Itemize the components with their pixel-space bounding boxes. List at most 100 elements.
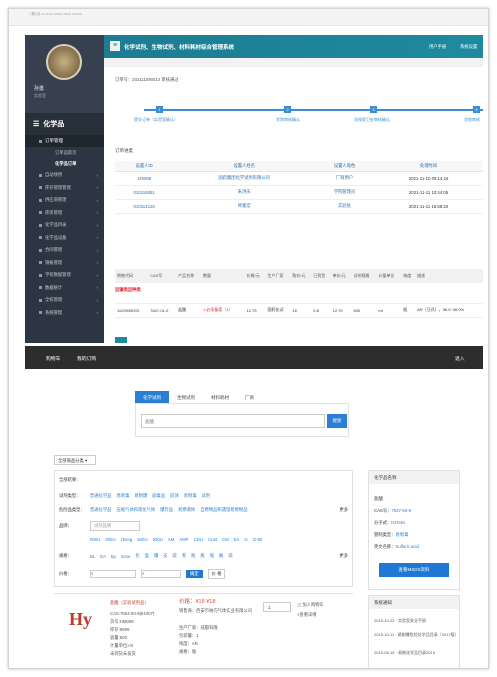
sidebar-group-orders[interactable]: 订单管理 (25, 135, 104, 147)
square-icon (39, 211, 42, 215)
col-header: 已到货 (311, 269, 331, 283)
system-notice-panel: 系统通知 2019-10-22 · 实验室安全手册 2019-10-11 · 易… (368, 595, 460, 668)
sidebar-sub-chem-orders[interactable]: 化学品订单 (25, 158, 104, 169)
search-input[interactable]: 盐酸 (141, 414, 325, 428)
square-icon (39, 223, 42, 227)
user-manual-link[interactable]: 用户手册 (429, 44, 446, 50)
filter-option-spec[interactable]: none (121, 554, 131, 559)
filter-option-spec[interactable]: 瓶 (200, 553, 204, 559)
sidebar-item[interactable]: 全校管理 › (25, 294, 104, 307)
sidebar-category[interactable]: ☰ 化学品 (25, 113, 104, 135)
logout-link[interactable]: 退入 (455, 355, 465, 362)
notice-item[interactable]: 2019-05-15 · 易制化学品目录2015 (374, 650, 435, 656)
filter-option-type[interactable]: 易制毒 (116, 493, 129, 499)
chemical-info-panel: 化学品名称 盐酸 CAS号：7647-93-9 分子式：H2O46 管制类型：易… (368, 470, 460, 590)
sidebar-item-left: 库存管理管理 (39, 185, 71, 191)
cart-link[interactable]: 购物车 (46, 355, 60, 362)
filter-option-spec[interactable]: 袋 (173, 553, 177, 559)
filter-option-type[interactable]: 试剂 (202, 493, 211, 499)
sidebar-sub-tracking[interactable]: 订单追踪页 (25, 147, 104, 158)
sidebar-item[interactable]: 库房管理 › (25, 207, 104, 220)
filter-option-grade[interactable]: zheng (121, 537, 133, 542)
filter-row-type: 试剂类型： 普通化学品 易制毒 易制爆 剧毒品 前体 易制毒 试剂 (59, 493, 211, 499)
sidebar-item[interactable]: 系统管理 › (25, 307, 104, 320)
filter-option-hazard[interactable]: 爆炸品 (160, 507, 173, 513)
filter-option-grade[interactable]: CDU (194, 537, 203, 542)
filter-option-spec[interactable]: 桶 (219, 553, 223, 559)
sidebar-item[interactable]: 合同管理 › (25, 244, 104, 257)
sidebar-item[interactable]: 数据统计 › (25, 282, 104, 295)
sidebar-item[interactable]: 化学品设备 › (25, 232, 104, 245)
filter-option-grade[interactable]: 500U (137, 537, 147, 542)
filter-option-spec[interactable]: 盒 (145, 553, 149, 559)
price-max-input[interactable]: ¥ (141, 570, 181, 578)
brand-input[interactable]: 试剂品牌 (90, 521, 140, 531)
my-orders-link[interactable]: 我的订购 (77, 355, 96, 362)
sort-price-button[interactable]: 价 格 (207, 569, 226, 579)
cell: 1 必须备案（1） (200, 303, 245, 318)
col-header: 设置人角色 (315, 161, 375, 172)
filter-option-spec[interactable]: 包 (135, 553, 139, 559)
msds-button[interactable]: 查看MSDS资料 (379, 563, 449, 577)
chevron-right-icon: › (96, 185, 98, 191)
progress-table: 设置人ID 设置人姓名 设置人角色 处理时间 J20099 国药集团化学试剂有限公… (115, 161, 483, 214)
filter-option-spec[interactable]: 瓶 (210, 553, 214, 559)
filter-option-grade[interactable]: 000U (105, 537, 115, 542)
table-row: 1129939003 7647-01-0 盐酸 1 必须备案（1） 12.75 国药化试 1… (115, 303, 483, 318)
sidebar-item[interactable]: 销帐管理 › (25, 257, 104, 270)
sidebar-item[interactable]: 化学品目录 › (25, 219, 104, 232)
filter-option-type[interactable]: 普通化学品 (90, 493, 111, 499)
price-ok-button[interactable]: 确定 (186, 570, 203, 578)
filter-option-spec[interactable]: 袋 (228, 553, 232, 559)
filter-option-grade[interactable]: CLM (208, 537, 217, 542)
filter-option-grade[interactable]: 500U (153, 537, 163, 542)
filter-option-spec[interactable]: bp (111, 554, 116, 559)
grid-icon[interactable]: ≡ (110, 41, 120, 51)
filter-option-grade[interactable]: G-50 (253, 537, 263, 542)
filter-option-spec[interactable]: 瓶 (191, 553, 195, 559)
notice-item[interactable]: 2019-10-11 · 易制爆危险化学品目录（2017版） (374, 632, 459, 638)
more-button[interactable]: 更多 (339, 553, 348, 559)
sidebar-item[interactable]: 库存管理管理 › (25, 182, 104, 195)
all-categories-dropdown[interactable]: 全部商品分类 ▾ (54, 455, 96, 465)
filter-option-hazard[interactable]: 易燃液体 (178, 507, 195, 513)
filter-option-hazard[interactable]: 普通化学品 (90, 507, 111, 513)
view-detail-link[interactable]: ⌕查看详情 (297, 612, 317, 618)
filter-option-grade[interactable]: CM (222, 537, 229, 542)
product-name[interactable]: 盐酸（实验试剂品） (110, 600, 149, 606)
filter-option-grade[interactable]: G (244, 537, 247, 542)
cell: 盐酸 (176, 303, 201, 318)
filter-option-spec[interactable]: EA (100, 554, 106, 559)
filter-option-spec[interactable]: 罐 (154, 553, 158, 559)
filter-option-type[interactable]: 易制爆 (134, 493, 147, 499)
price-min-input[interactable]: ¥ (90, 570, 136, 578)
filter-option-hazard[interactable]: 压缩气体和液化气体 (116, 507, 155, 513)
filter-option-type[interactable]: 前体 (170, 493, 179, 499)
sidebar-item[interactable]: 自动领用 › (25, 169, 104, 182)
filter-option-spec[interactable]: BL (90, 554, 95, 559)
filter-option-grade[interactable]: AM (168, 537, 174, 542)
sidebar-item-label: 库房管理 (45, 209, 63, 215)
filter-option-spec[interactable]: 卷 (182, 553, 186, 559)
filter-option-hazard[interactable]: 自燃物品和遇湿易燃物品 (200, 507, 247, 513)
more-button[interactable]: 更多 (339, 507, 348, 513)
search-button[interactable]: 搜索 (327, 414, 347, 428)
sidebar-item[interactable]: 供应商管理 › (25, 194, 104, 207)
filter-option-type[interactable]: 易制毒 (184, 493, 197, 499)
filter-option-grade[interactable]: EA (234, 537, 240, 542)
filter-option-spec[interactable]: 支 (163, 553, 167, 559)
notice-item[interactable]: 2019-10-22 · 实验室安全手册 (374, 618, 426, 624)
action-button[interactable] (115, 337, 127, 343)
chevron-right-icon: › (96, 235, 98, 241)
step-2-marker: 2 (284, 106, 291, 113)
sidebar-item[interactable]: 学校数据管理 › (25, 269, 104, 282)
system-title: 化学试剂、生物试剂、材料耗材综合管理系统 (124, 45, 235, 51)
filter-option-type[interactable]: 剧毒品 (152, 493, 165, 499)
quantity-stepper[interactable]: 1 (263, 602, 291, 612)
filter-option-grade[interactable]: AMP (179, 537, 188, 542)
product-logo-image[interactable]: Hy (68, 603, 98, 633)
add-to-cart-button[interactable]: 🛒加入购物车 (297, 602, 324, 608)
approval-steps: 1 提交订单（实验室确认） 2 学院审核确认 3 学校保卫处审核确认 4 学校审… (104, 105, 483, 127)
filter-option-grade[interactable]: 000U (90, 537, 100, 542)
settings-link[interactable]: 系统设置 (460, 44, 477, 50)
